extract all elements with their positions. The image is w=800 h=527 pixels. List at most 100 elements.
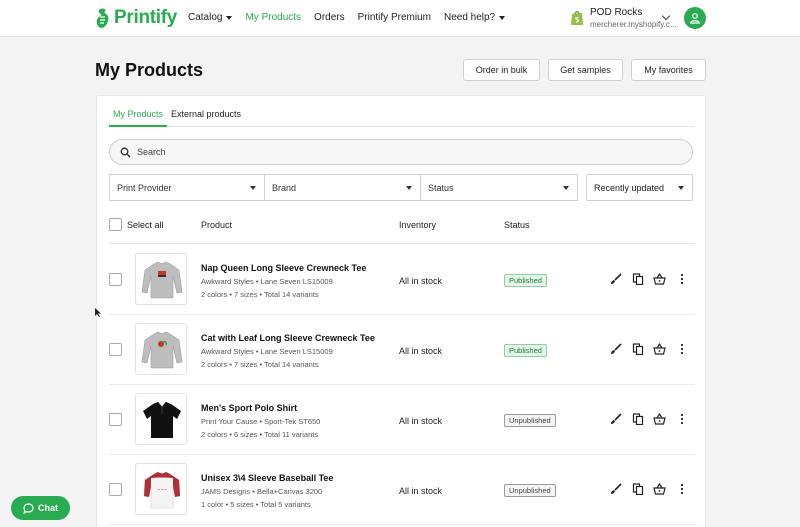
- order-basket-icon[interactable]: [653, 482, 666, 495]
- status-label: Status: [428, 182, 454, 193]
- column-inventory: Inventory: [399, 220, 437, 230]
- my-favorites-button[interactable]: My favorites: [631, 59, 706, 81]
- get-samples-button[interactable]: Get samples: [548, 59, 623, 81]
- edit-brush-icon[interactable]: [609, 482, 622, 495]
- product-thumbnail[interactable]: [135, 253, 187, 305]
- more-options-icon[interactable]: [675, 272, 688, 285]
- order-basket-icon[interactable]: [653, 412, 666, 425]
- inventory-status: All in stock: [399, 416, 443, 426]
- row-actions: [609, 272, 688, 285]
- product-variants: 1 color • 5 sizes • Total 5 variants: [201, 500, 311, 509]
- product-thumbnail[interactable]: [135, 323, 187, 375]
- printify-logo[interactable]: Printify: [95, 7, 177, 29]
- select-all-checkbox[interactable]: [109, 218, 122, 231]
- nav-my-products[interactable]: My Products: [245, 12, 301, 23]
- nav-my-products-label: My Products: [245, 12, 302, 23]
- inventory-status: All in stock: [399, 346, 443, 356]
- shopify-bag-icon: [571, 11, 583, 25]
- nav-premium-label: Printify Premium: [357, 12, 431, 23]
- top-navigation-bar: Printify Catalog My Products Orders Prin…: [0, 0, 800, 37]
- filter-bar: Print Provider Brand Status: [109, 174, 578, 201]
- row-actions: [609, 342, 688, 355]
- product-name[interactable]: Unisex 3\4 Sleeve Baseball Tee: [201, 473, 333, 483]
- chat-button[interactable]: Chat: [11, 496, 70, 520]
- search-input[interactable]: [137, 147, 677, 157]
- edit-brush-icon[interactable]: [609, 272, 622, 285]
- caret-down-icon: [563, 185, 569, 190]
- row-checkbox[interactable]: [109, 413, 122, 426]
- inventory-status: All in stock: [399, 486, 443, 496]
- order-basket-icon[interactable]: [653, 272, 666, 285]
- user-avatar[interactable]: [684, 7, 706, 29]
- product-provider: Awkward Styles • Lane Seven LS15009: [201, 347, 333, 356]
- print-provider-select[interactable]: Print Provider: [109, 174, 265, 201]
- product-name[interactable]: Men's Sport Polo Shirt: [201, 403, 297, 413]
- product-tabs: My Products External products: [109, 109, 695, 127]
- product-thumbnail[interactable]: ~~~: [135, 463, 187, 515]
- table-header: Select all Product Inventory Status: [109, 216, 695, 244]
- duplicate-icon[interactable]: [631, 272, 644, 285]
- product-name[interactable]: Cat with Leaf Long Sleeve Crewneck Tee: [201, 333, 375, 343]
- table-row[interactable]: ~~~ Unisex 3\4 Sleeve Baseball Tee JAMS …: [109, 455, 695, 525]
- table-row[interactable]: Nap Queen Long Sleeve Crewneck Tee Awkwa…: [109, 245, 695, 315]
- table-row[interactable]: Cat with Leaf Long Sleeve Crewneck Tee A…: [109, 315, 695, 385]
- product-provider: JAMS Designs • Bella+Canvas 3200: [201, 487, 323, 496]
- nav-need-help[interactable]: Need help?: [444, 12, 506, 23]
- edit-brush-icon[interactable]: [609, 412, 622, 425]
- row-checkbox[interactable]: [109, 483, 122, 496]
- search-icon: [120, 147, 131, 157]
- product-variants: 2 colors • 7 sizes • Total 14 variants: [201, 360, 319, 369]
- row-actions: [609, 412, 688, 425]
- more-options-icon[interactable]: [675, 482, 688, 495]
- duplicate-icon[interactable]: [631, 412, 644, 425]
- user-icon: [690, 13, 700, 24]
- polo-shirt-image: [143, 401, 181, 438]
- caret-down-icon: [406, 185, 412, 190]
- store-url: mercherer.myshopify.c...: [590, 20, 677, 29]
- nav-catalog[interactable]: Catalog: [188, 12, 233, 23]
- nav-orders[interactable]: Orders: [314, 12, 345, 23]
- product-name[interactable]: Nap Queen Long Sleeve Crewneck Tee: [201, 263, 366, 273]
- more-options-icon[interactable]: [675, 342, 688, 355]
- status-badge: Unpublished: [504, 484, 556, 497]
- caret-down-icon: [678, 185, 684, 190]
- row-checkbox[interactable]: [109, 273, 122, 286]
- tab-external-products[interactable]: External products: [167, 109, 245, 127]
- printify-logo-icon: [96, 8, 109, 28]
- print-provider-label: Print Provider: [117, 182, 172, 193]
- brand-select[interactable]: Brand: [265, 174, 421, 201]
- table-row[interactable]: Men's Sport Polo Shirt Print Your Cause …: [109, 385, 695, 455]
- row-checkbox[interactable]: [109, 343, 122, 356]
- edit-brush-icon[interactable]: [609, 342, 622, 355]
- tab-my-products[interactable]: My Products: [109, 109, 168, 127]
- product-provider: Awkward Styles • Lane Seven LS15009: [201, 277, 333, 286]
- nav-printify-premium[interactable]: Printify Premium: [358, 12, 431, 23]
- products-card: My Products External products Print Prov…: [96, 95, 706, 527]
- select-all-label: Select all: [127, 220, 164, 230]
- sort-select[interactable]: Recently updated: [586, 174, 693, 201]
- caret-down-icon: [226, 15, 233, 20]
- product-variants: 2 colors • 6 sizes • Total 11 variants: [201, 430, 319, 439]
- sort-label: Recently updated: [594, 182, 665, 193]
- mouse-cursor-icon: [95, 308, 101, 317]
- nav-catalog-label: Catalog: [188, 12, 223, 23]
- product-thumbnail[interactable]: [135, 393, 187, 445]
- nav-orders-label: Orders: [314, 12, 345, 23]
- order-basket-icon[interactable]: [653, 342, 666, 355]
- status-badge: Published: [504, 274, 547, 287]
- page-title: My Products: [95, 60, 204, 80]
- chat-label: Chat: [38, 503, 58, 513]
- status-badge: Published: [504, 344, 547, 357]
- duplicate-icon[interactable]: [631, 482, 644, 495]
- caret-down-icon: [250, 185, 256, 190]
- more-options-icon[interactable]: [675, 412, 688, 425]
- status-select[interactable]: Status: [421, 174, 578, 201]
- product-provider: Print Your Cause • Sport-Tek ST650: [201, 417, 321, 426]
- status-badge: Unpublished: [504, 414, 556, 427]
- longsleeve-tee-image: [141, 261, 183, 299]
- inventory-status: All in stock: [399, 276, 443, 286]
- duplicate-icon[interactable]: [631, 342, 644, 355]
- store-switcher[interactable]: POD Rocks mercherer.myshopify.c...: [570, 7, 677, 29]
- order-in-bulk-button[interactable]: Order in bulk: [463, 59, 540, 81]
- baseball-tee-image: ~~~: [143, 471, 181, 509]
